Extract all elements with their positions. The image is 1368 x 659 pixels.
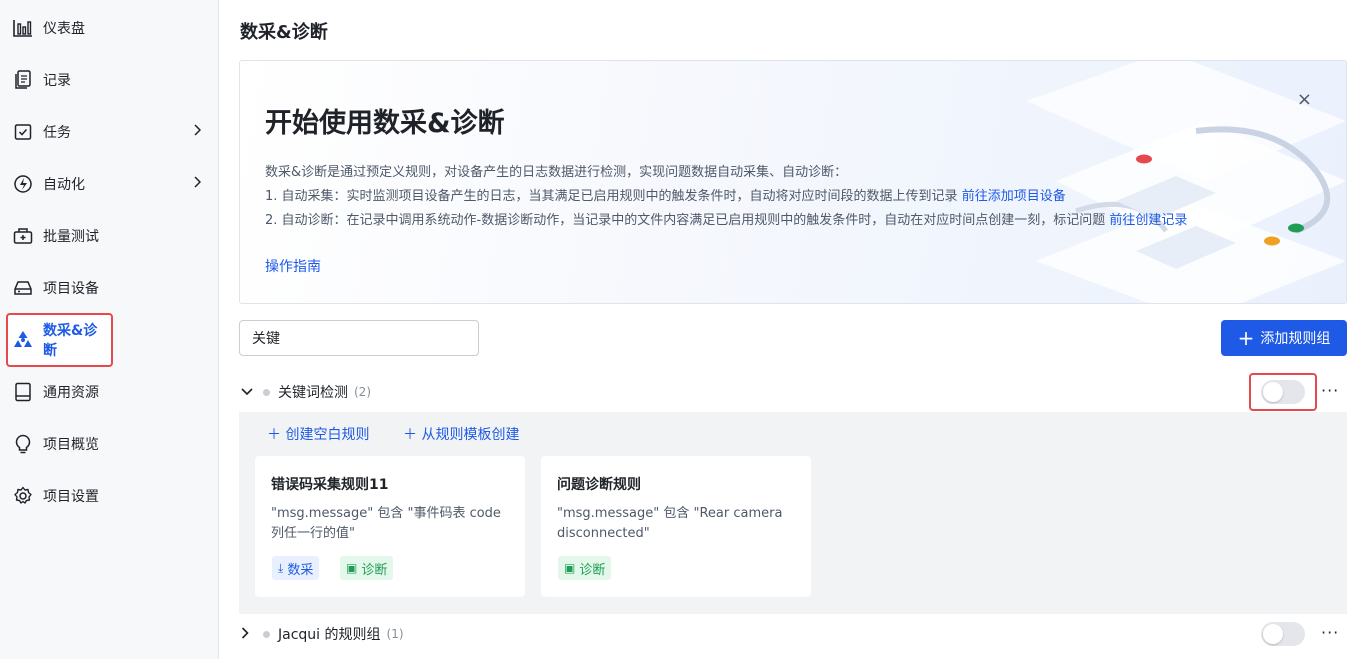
batch-test-icon: [12, 225, 34, 247]
diagnose-tag: ▣ 诊断: [340, 556, 394, 580]
add-rule-group-label: 添加规则组: [1260, 331, 1331, 347]
bar-chart-icon: [12, 17, 34, 39]
more-icon[interactable]: ···: [1321, 623, 1339, 642]
chevron-right-icon[interactable]: [241, 626, 257, 642]
banner-step-collect: 1. 自动采集：实时监测项目设备产生的日志，当其满足已启用规则中的触发条件时，自…: [265, 185, 1066, 204]
sidebar-item-settings[interactable]: 项目设置: [6, 471, 213, 521]
sidebar-item-data-diagnosis[interactable]: 数采&诊断: [6, 313, 113, 367]
sidebar-item-records[interactable]: 记录: [6, 55, 213, 105]
status-dot: [263, 388, 270, 396]
rule-card-description: "msg.message" 包含 "事件码表 code 列任一行的值": [271, 506, 501, 541]
guide-link[interactable]: 操作指南: [265, 256, 321, 276]
banner-step-text: 1. 自动采集：实时监测项目设备产生的日志，当其满足已启用规则中的触发条件时，自…: [265, 189, 958, 204]
create-from-template-label: 从规则模板创建: [421, 427, 520, 443]
more-icon[interactable]: ···: [1321, 381, 1339, 400]
rule-group-name: 关键词检测: [278, 385, 348, 401]
rule-group-toggle[interactable]: [1261, 380, 1305, 404]
search-input[interactable]: [239, 320, 479, 356]
rule-card-description: "msg.message" 包含 "Rear camera disconnect…: [557, 506, 783, 541]
tag-label: 诊断: [579, 562, 606, 578]
sidebar-item-label: 项目概览: [43, 437, 99, 453]
radiation-icon: [12, 329, 34, 351]
document-icon: [12, 69, 34, 91]
chevron-down-icon[interactable]: [241, 385, 257, 399]
chevron-right-icon: [193, 176, 202, 192]
gear-icon: [12, 485, 34, 507]
sidebar-item-resources[interactable]: 通用资源: [6, 367, 213, 417]
data-collect-tag: ⤓ 数采: [272, 556, 320, 580]
sidebar-item-batch-test[interactable]: 批量测试: [6, 211, 213, 261]
sidebar: 仪表盘 记录 任务 自动化 批量测试 项目设备 数采&诊断 通用资源 项目概览 …: [0, 0, 219, 659]
sidebar-item-label: 批量测试: [43, 229, 99, 245]
chevron-right-icon: [193, 124, 202, 140]
automation-icon: [12, 173, 34, 195]
plus-icon: +: [1237, 326, 1255, 350]
main-content: 数采&诊断 × 开始使用数采&诊断 数采&诊断是通过预定义规则，对设备产生的日志…: [220, 0, 1368, 659]
add-rule-group-button[interactable]: + 添加规则组: [1221, 320, 1347, 356]
rule-group-name: Jacqui 的规则组: [278, 627, 381, 643]
create-from-template-link[interactable]: ＋ 从规则模板创建: [403, 424, 519, 444]
sidebar-item-overview[interactable]: 项目概览: [6, 419, 213, 469]
rule-card-title: 问题诊断规则: [557, 477, 641, 493]
kit-icon: ▣: [564, 561, 576, 575]
rule-group-body: ＋ 创建空白规则 ＋ 从规则模板创建 错误码采集规则11 "msg.messag…: [239, 412, 1347, 614]
status-dot: [263, 630, 270, 638]
rule-group-count: (1): [386, 627, 404, 641]
sidebar-item-tasks[interactable]: 任务: [6, 107, 213, 157]
rule-card[interactable]: 错误码采集规则11 "msg.message" 包含 "事件码表 code 列任…: [255, 456, 525, 597]
add-device-link[interactable]: 前往添加项目设备: [962, 189, 1066, 204]
toggle-knob: [1263, 624, 1283, 644]
sidebar-item-label: 记录: [43, 73, 71, 89]
sidebar-item-label: 仪表盘: [43, 21, 85, 37]
banner-step-diagnose: 2. 自动诊断：在记录中调用系统动作-数据诊断动作，当记录中的文件内容满足已启用…: [265, 209, 1187, 228]
rule-group-count: (2): [354, 385, 371, 399]
page-title: 数采&诊断: [240, 22, 328, 43]
rule-card[interactable]: 问题诊断规则 "msg.message" 包含 "Rear camera dis…: [541, 456, 811, 597]
toggle-knob: [1263, 382, 1283, 402]
bulb-icon: [12, 433, 34, 455]
rule-group-toggle[interactable]: [1261, 622, 1305, 646]
rule-group-header[interactable]: Jacqui 的规则组 (1): [239, 616, 1347, 652]
sidebar-item-label: 自动化: [43, 177, 85, 193]
kit-icon: ▣: [346, 561, 358, 575]
intro-banner: × 开始使用数采&诊断 数采&诊断是通过预定义规则，对设备产生的日志数据进行检测…: [239, 60, 1347, 304]
diagnose-tag: ▣ 诊断: [558, 556, 612, 580]
rule-group-header[interactable]: 关键词检测 (2): [239, 374, 1347, 410]
banner-title: 开始使用数采&诊断: [265, 108, 505, 139]
sidebar-item-label: 数采&诊断: [43, 323, 98, 359]
sidebar-item-label: 项目设备: [43, 281, 99, 297]
sidebar-item-automation[interactable]: 自动化: [6, 159, 213, 209]
sidebar-item-devices[interactable]: 项目设备: [6, 263, 213, 313]
upload-icon: ⤓: [278, 560, 284, 575]
sidebar-item-label: 任务: [43, 125, 71, 141]
rule-card-title: 错误码采集规则11: [271, 477, 389, 493]
create-blank-rule-label: 创建空白规则: [285, 427, 370, 443]
create-record-link[interactable]: 前往创建记录: [1109, 213, 1187, 228]
banner-description: 数采&诊断是通过预定义规则，对设备产生的日志数据进行检测，实现问题数据自动采集、…: [265, 165, 848, 180]
task-icon: [12, 121, 34, 143]
tag-label: 诊断: [361, 562, 388, 578]
close-icon[interactable]: ×: [1297, 89, 1312, 110]
device-icon: [12, 277, 34, 299]
tag-label: 数采: [287, 562, 314, 578]
sidebar-item-label: 通用资源: [43, 385, 99, 401]
banner-step-text: 2. 自动诊断：在记录中调用系统动作-数据诊断动作，当记录中的文件内容满足已启用…: [265, 213, 1106, 228]
sidebar-item-dashboard[interactable]: 仪表盘: [6, 3, 213, 53]
book-icon: [12, 381, 34, 403]
create-blank-rule-link[interactable]: ＋ 创建空白规则: [267, 424, 369, 444]
sidebar-item-label: 项目设置: [43, 489, 99, 505]
